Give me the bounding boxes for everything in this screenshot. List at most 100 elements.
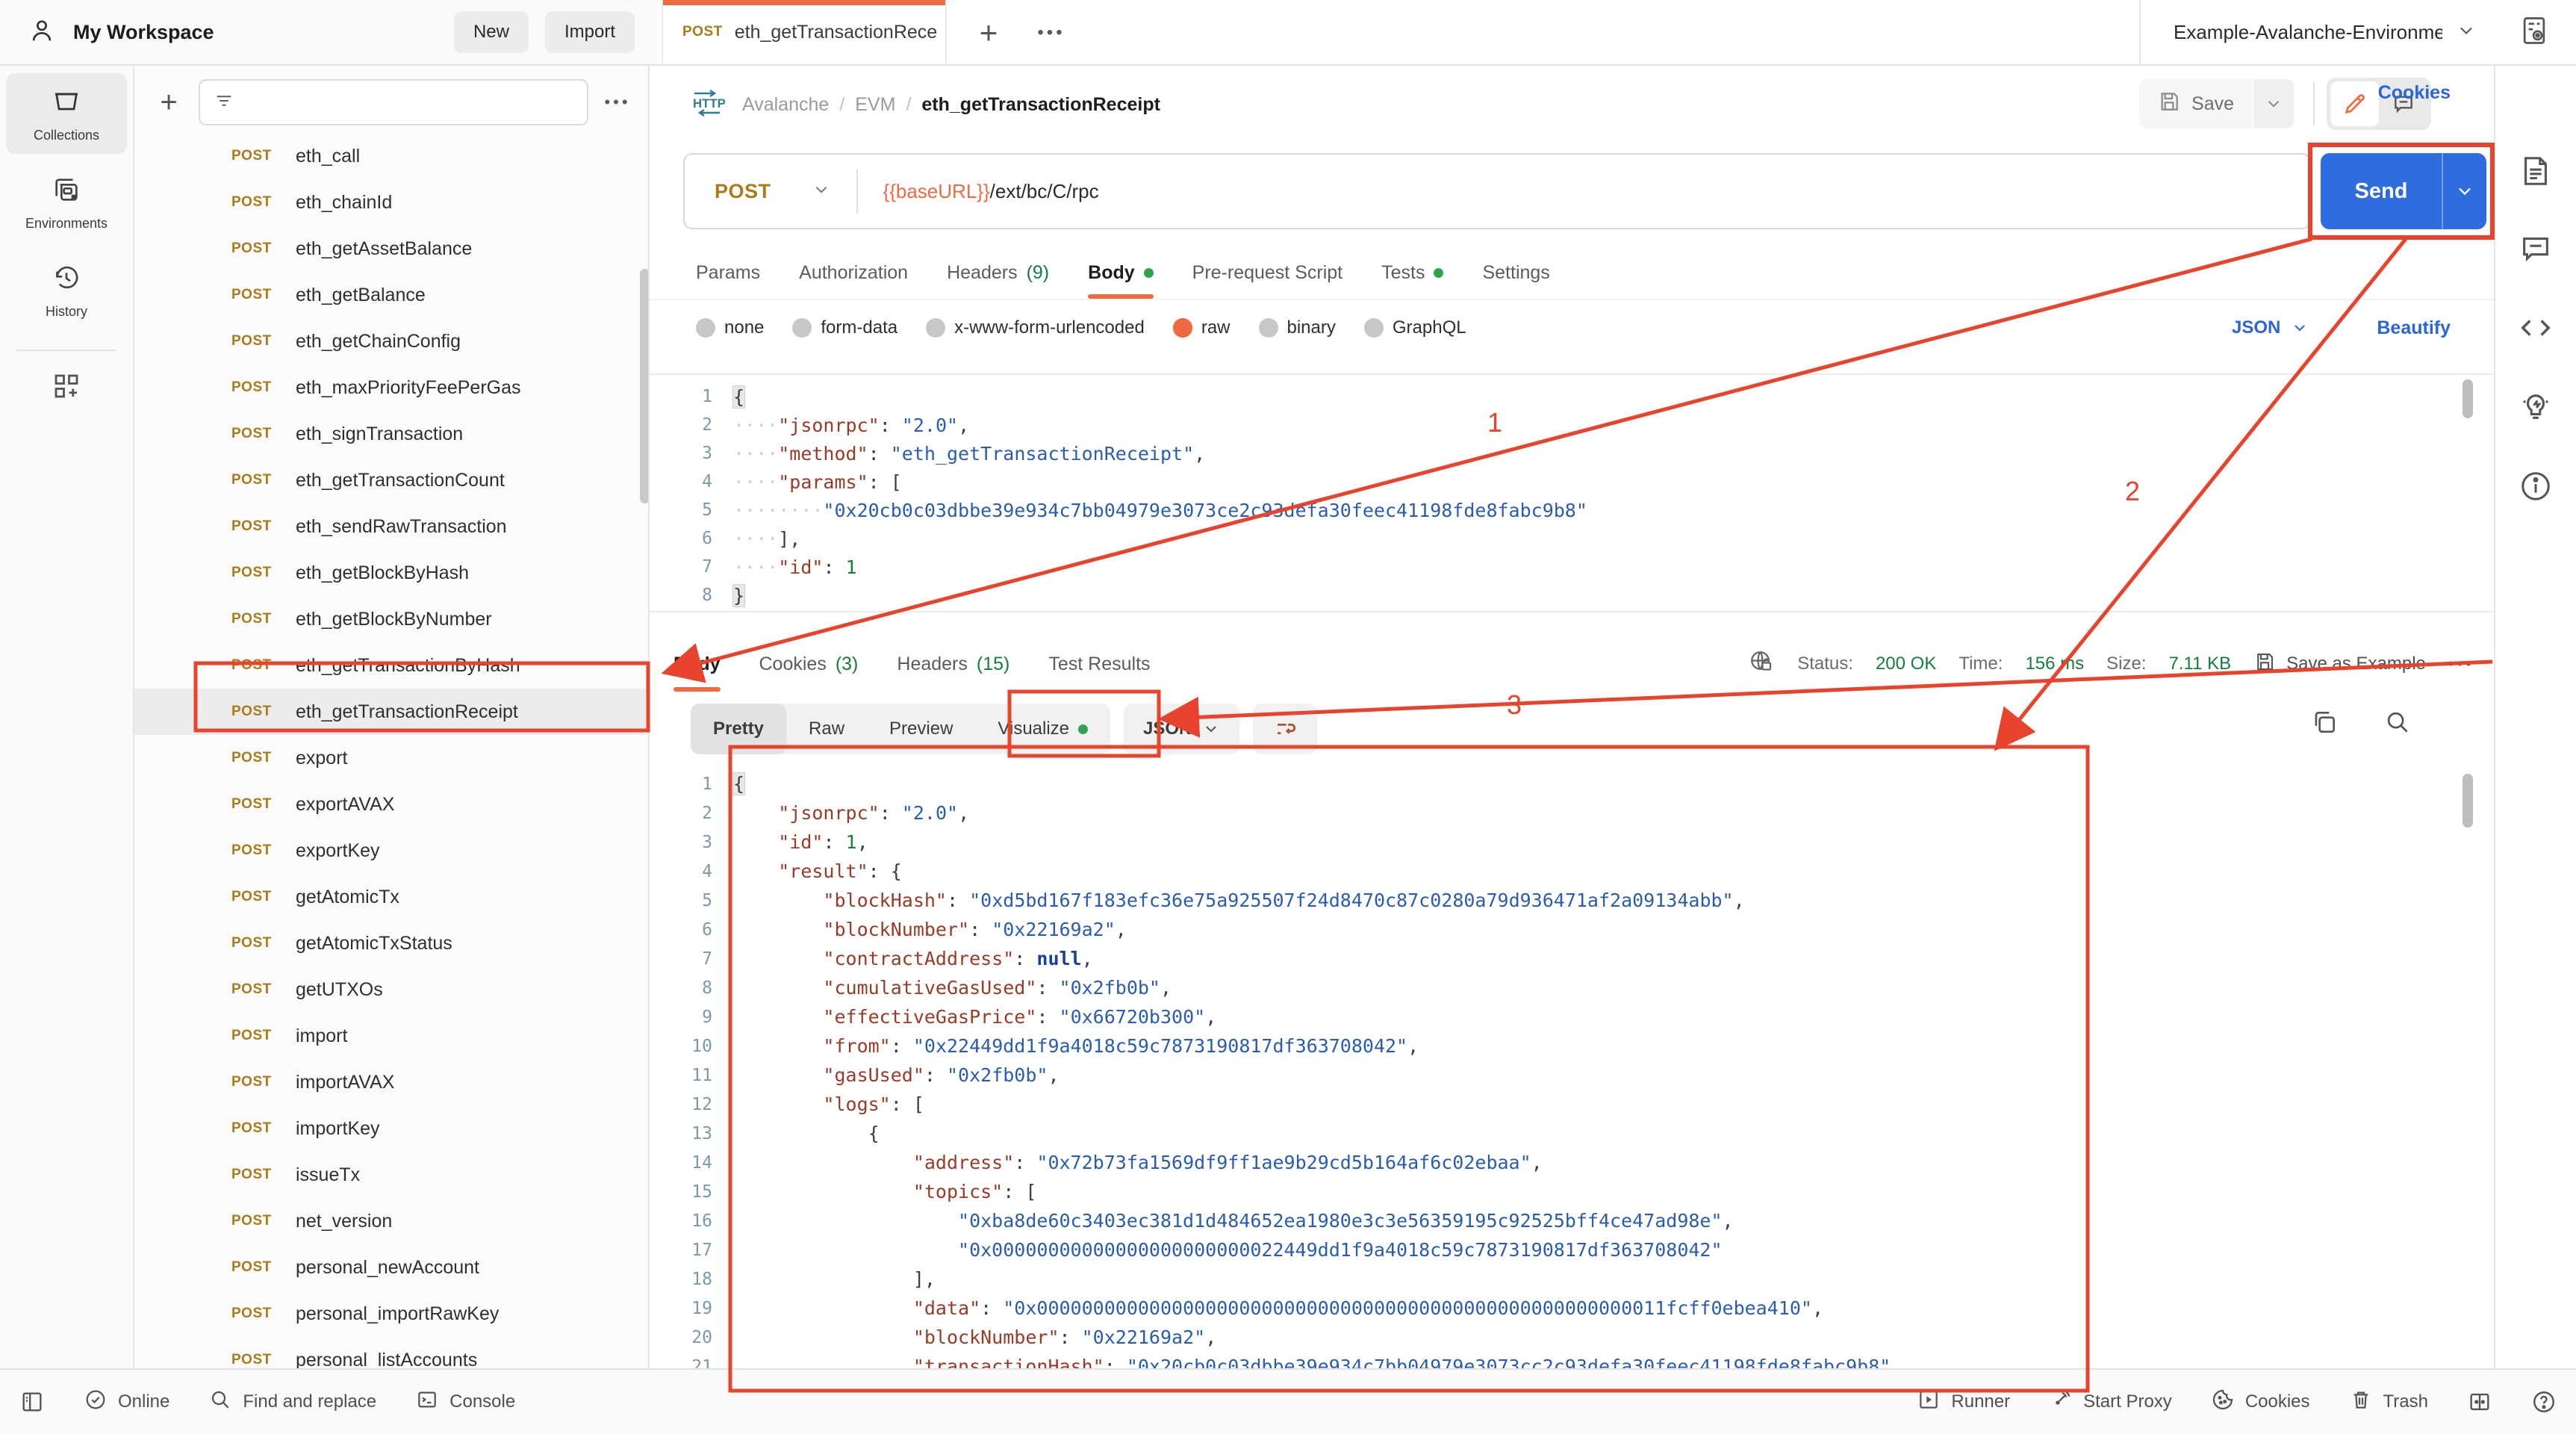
- filter-box[interactable]: [199, 79, 588, 125]
- request-list-item[interactable]: POST exportKey: [134, 828, 648, 874]
- request-list-item[interactable]: POST personal_listAccounts: [134, 1337, 648, 1369]
- request-list-item[interactable]: POST eth_signTransaction: [134, 411, 648, 457]
- response-view-tab[interactable]: Visualize: [975, 704, 1110, 754]
- sidebar-more-icon[interactable]: •••: [599, 93, 636, 112]
- editor-scrollbar[interactable]: [2463, 379, 2473, 418]
- request-list-item[interactable]: POST import: [134, 1013, 648, 1059]
- request-list-item[interactable]: POST getAtomicTx: [134, 874, 648, 920]
- body-mode-radio[interactable]: none: [696, 317, 764, 338]
- sidebar-item-collections[interactable]: Collections: [6, 73, 127, 154]
- environment-quick-look-icon[interactable]: [2518, 14, 2551, 51]
- request-tab-item[interactable]: Authorization: [799, 246, 908, 299]
- chevron-down-icon[interactable]: [2456, 20, 2477, 45]
- wrap-lines-button[interactable]: [1253, 704, 1318, 754]
- request-list-item[interactable]: POST eth_getBlockByHash: [134, 550, 648, 596]
- size-value[interactable]: 7.11 KB: [2169, 654, 2232, 674]
- time-value[interactable]: 156 ms: [2025, 654, 2084, 674]
- request-list-item[interactable]: POST importAVAX: [134, 1059, 648, 1105]
- request-list-item[interactable]: POST net_version: [134, 1198, 648, 1244]
- body-mode-radio[interactable]: x-www-form-urlencoded: [926, 317, 1145, 338]
- new-button[interactable]: New: [453, 11, 529, 53]
- save-options-chevron[interactable]: [2253, 79, 2294, 128]
- request-tab-item[interactable]: Settings: [1482, 246, 1549, 299]
- request-list-item[interactable]: POST issueTx: [134, 1152, 648, 1198]
- send-options-chevron[interactable]: [2443, 153, 2486, 229]
- environment-name[interactable]: Example-Avalanche-Environme: [2174, 21, 2442, 44]
- request-list-item[interactable]: POST exportAVAX: [134, 781, 648, 828]
- response-tab-item[interactable]: Headers (15): [897, 636, 1009, 692]
- cookies-button[interactable]: Cookies: [2211, 1388, 2310, 1417]
- request-list-item[interactable]: POST getUTXOs: [134, 966, 648, 1013]
- request-tab-item[interactable]: Body: [1088, 246, 1154, 299]
- start-proxy-button[interactable]: Start Proxy: [2049, 1388, 2172, 1417]
- response-options-icon[interactable]: •••: [2448, 654, 2474, 674]
- response-scrollbar[interactable]: [2463, 774, 2473, 828]
- request-tab-item[interactable]: Params: [696, 246, 760, 299]
- request-list-item[interactable]: POST eth_call: [134, 133, 648, 179]
- sidebar-scrollbar[interactable]: [640, 269, 648, 503]
- pull-request-lightbulb-icon[interactable]: [2519, 390, 2553, 428]
- code-snippet-icon[interactable]: [2519, 311, 2553, 349]
- search-icon[interactable]: [2383, 708, 2412, 740]
- info-icon[interactable]: [2519, 469, 2553, 507]
- request-tab-item[interactable]: Headers (9): [947, 246, 1049, 299]
- request-tab-item[interactable]: Pre-request Script: [1192, 246, 1343, 299]
- breadcrumb-folder[interactable]: EVM: [855, 94, 895, 116]
- request-body-editor[interactable]: 1 { 2 ····"jsonrpc": "2.0", 3 ····"metho…: [650, 373, 2494, 612]
- request-list-item[interactable]: POST eth_getTransactionReceipt: [134, 689, 648, 735]
- add-collection-button[interactable]: +: [149, 83, 188, 122]
- save-as-example-button[interactable]: Save as Example: [2253, 651, 2426, 678]
- workspace-title[interactable]: My Workspace: [73, 21, 214, 44]
- breadcrumb-collection[interactable]: Avalanche: [742, 94, 829, 116]
- network-globe-icon[interactable]: [1748, 648, 1775, 680]
- copy-icon[interactable]: [2310, 708, 2339, 740]
- response-view-tab[interactable]: Raw: [786, 704, 867, 754]
- response-tab-item[interactable]: Body: [673, 636, 721, 692]
- request-list-item[interactable]: POST eth_getBlockByNumber: [134, 596, 648, 642]
- response-view-tab[interactable]: Preview: [867, 704, 975, 754]
- request-list-item[interactable]: POST export: [134, 735, 648, 781]
- filter-input[interactable]: [243, 92, 573, 113]
- request-list-item[interactable]: POST eth_maxPriorityFeePerGas: [134, 364, 648, 411]
- request-list-item[interactable]: POST eth_getBalance: [134, 272, 648, 318]
- documentation-icon[interactable]: [2519, 154, 2553, 192]
- response-view-tab[interactable]: Pretty: [691, 704, 787, 754]
- online-status[interactable]: Online: [84, 1388, 169, 1417]
- request-tab-item[interactable]: Tests: [1381, 246, 1444, 299]
- request-list-item[interactable]: POST eth_chainId: [134, 179, 648, 226]
- request-list-item[interactable]: POST eth_getTransactionCount: [134, 457, 648, 503]
- save-button[interactable]: Save: [2139, 79, 2252, 128]
- request-list-item[interactable]: POST getAtomicTxStatus: [134, 920, 648, 966]
- response-body[interactable]: 1 { 2 "jsonrpc": "2.0", 3 "id": 1, 4 "re…: [650, 759, 2494, 1368]
- body-mode-radio[interactable]: form-data: [792, 317, 897, 338]
- cookies-link[interactable]: Cookies: [2378, 66, 2451, 120]
- new-tab-button[interactable]: +: [969, 13, 1008, 52]
- request-tab[interactable]: POST eth_getTransactionRece: [662, 0, 947, 64]
- edit-mode-button[interactable]: [2330, 81, 2379, 126]
- response-tab-item[interactable]: Cookies (3): [759, 636, 859, 692]
- request-list-item[interactable]: POST personal_importRawKey: [134, 1291, 648, 1337]
- trash-button[interactable]: Trash: [2349, 1388, 2428, 1417]
- breadcrumb-request-name[interactable]: eth_getTransactionReceipt: [921, 94, 1160, 116]
- url-input[interactable]: {{baseURL}}/ext/bc/C/rpc: [858, 180, 1099, 203]
- send-button[interactable]: Send: [2321, 153, 2486, 229]
- beautify-link[interactable]: Beautify: [2377, 305, 2451, 351]
- help-icon[interactable]: [2531, 1389, 2557, 1415]
- import-button[interactable]: Import: [544, 11, 635, 53]
- response-tab-item[interactable]: Test Results: [1048, 636, 1150, 692]
- request-list-item[interactable]: POST importKey: [134, 1105, 648, 1152]
- body-language-select[interactable]: JSON: [2232, 305, 2309, 351]
- request-list-item[interactable]: POST eth_getTransactionByHash: [134, 642, 648, 689]
- body-mode-radio[interactable]: binary: [1258, 317, 1336, 338]
- two-pane-icon[interactable]: [2467, 1389, 2492, 1415]
- body-mode-radio[interactable]: raw: [1172, 317, 1231, 338]
- runner-button[interactable]: Runner: [1917, 1388, 2010, 1417]
- console-button[interactable]: Console: [415, 1388, 515, 1417]
- request-list-item[interactable]: POST eth_getChainConfig: [134, 318, 648, 364]
- request-list-item[interactable]: POST personal_newAccount: [134, 1244, 648, 1291]
- method-select[interactable]: POST: [685, 180, 856, 203]
- comments-icon[interactable]: [2519, 232, 2553, 270]
- sidebar-item-history[interactable]: History: [6, 249, 127, 330]
- toggle-sidebar-icon[interactable]: [19, 1389, 45, 1415]
- request-list-item[interactable]: POST eth_getAssetBalance: [134, 226, 648, 272]
